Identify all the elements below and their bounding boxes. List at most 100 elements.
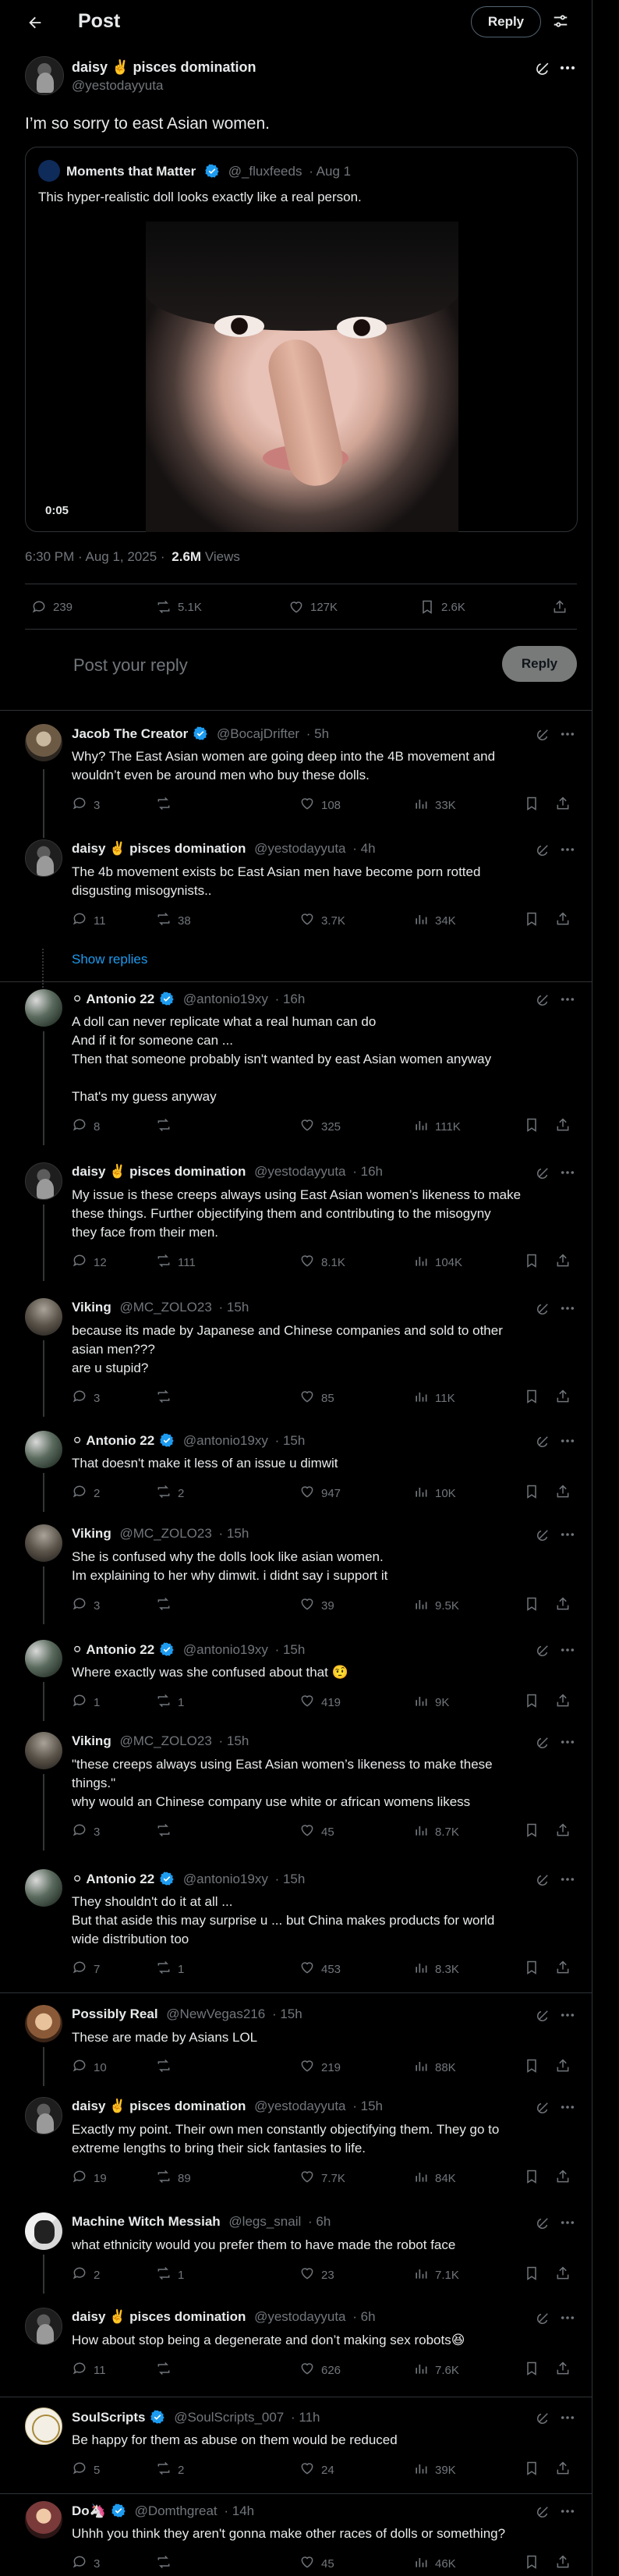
author-handle[interactable]: @SoulScripts_007 — [174, 2410, 284, 2425]
grok-icon[interactable] — [535, 2309, 552, 2326]
grok-icon[interactable] — [535, 1432, 552, 1449]
views-action[interactable]: 9K — [413, 1693, 449, 1712]
like-action[interactable]: 23 — [299, 2266, 334, 2284]
author-name[interactable]: Do🦄 — [72, 2503, 106, 2518]
more-options-icon[interactable] — [557, 1300, 578, 1317]
like-action[interactable]: 419 — [299, 1693, 341, 1712]
bookmark-action[interactable] — [524, 2361, 539, 2379]
reply-action[interactable]: 3 — [72, 1389, 100, 1407]
bookmark-action[interactable]: 2.6K — [419, 599, 465, 615]
repost-action[interactable] — [156, 796, 178, 814]
author-name[interactable]: Machine Witch Messiah — [72, 2214, 221, 2229]
avatar[interactable] — [25, 56, 64, 95]
reply-top-button[interactable]: Reply — [471, 6, 541, 37]
views-action[interactable]: 104K — [413, 1253, 462, 1272]
like-action[interactable]: 453 — [299, 1960, 341, 1978]
views-action[interactable]: 7.6K — [413, 2361, 459, 2379]
share-action[interactable] — [555, 796, 571, 814]
share-action[interactable] — [555, 2169, 571, 2187]
author-name[interactable]: Viking — [72, 1733, 111, 1748]
more-options-icon[interactable] — [557, 841, 578, 858]
author-handle[interactable]: @NewVegas216 — [166, 2007, 265, 2021]
author-handle[interactable]: @MC_ZOLO23 — [119, 1300, 211, 1315]
reply-action[interactable]: 2 — [72, 2266, 100, 2284]
reply-action[interactable]: 3 — [72, 1822, 100, 1841]
views-action[interactable]: 84K — [413, 2169, 456, 2187]
grok-icon[interactable] — [535, 1871, 552, 1888]
reply-action[interactable]: 11 — [72, 911, 106, 930]
bookmark-action[interactable] — [524, 2058, 539, 2077]
author-name[interactable]: daisy ✌️ pisces domination — [72, 841, 246, 856]
author-name[interactable]: Jacob The Creator — [72, 726, 188, 741]
bookmark-action[interactable] — [524, 1960, 539, 1978]
views-action[interactable]: 111K — [413, 1117, 461, 1136]
repost-action[interactable] — [156, 1117, 178, 1136]
more-options-icon[interactable] — [557, 2309, 578, 2326]
views-action[interactable]: 7.1K — [413, 2266, 459, 2284]
reply-action[interactable]: 7 — [72, 1960, 100, 1978]
author-name[interactable]: ⚪ Antonio 22 — [72, 1872, 154, 1886]
reply-action[interactable]: 12 — [72, 1253, 107, 1272]
bookmark-action[interactable] — [524, 1253, 539, 1272]
repost-action[interactable] — [156, 1389, 178, 1407]
like-action[interactable]: 39 — [299, 1596, 334, 1615]
grok-icon[interactable] — [535, 2503, 552, 2520]
repost-action[interactable]: 2 — [156, 1484, 184, 1503]
avatar[interactable] — [25, 1869, 62, 1907]
repost-action[interactable] — [156, 2554, 178, 2573]
reply-action[interactable]: 19 — [72, 2169, 107, 2187]
like-action[interactable]: 45 — [299, 1822, 334, 1841]
author-handle[interactable]: @yestodayyuta — [254, 2309, 345, 2324]
avatar[interactable] — [25, 1640, 62, 1677]
author-name[interactable]: Viking — [72, 1526, 111, 1541]
views-action[interactable]: 34K — [413, 911, 456, 930]
author-handle[interactable]: @antonio19xy — [183, 992, 268, 1006]
author-handle[interactable]: @BocajDrifter — [217, 726, 299, 741]
share-action[interactable] — [555, 1484, 571, 1503]
reply-action[interactable]: 239 — [31, 599, 73, 615]
reply-action[interactable]: 3 — [72, 2554, 100, 2573]
bookmark-action[interactable] — [524, 796, 539, 814]
repost-action[interactable]: 2 — [156, 2461, 184, 2479]
grok-icon[interactable] — [535, 991, 552, 1008]
author-name[interactable]: ⚪ Antonio 22 — [72, 1642, 154, 1657]
repost-action[interactable]: 1 — [156, 2266, 184, 2284]
bookmark-action[interactable] — [524, 2554, 539, 2573]
author-handle[interactable]: @yestodayyuta — [72, 78, 163, 94]
share-action[interactable] — [555, 2058, 571, 2077]
bookmark-action[interactable] — [524, 1693, 539, 1712]
author-handle[interactable]: @antonio19xy — [183, 1433, 268, 1448]
more-options-icon[interactable] — [557, 1733, 578, 1751]
avatar[interactable] — [25, 2407, 62, 2445]
avatar[interactable] — [25, 1524, 62, 1562]
share-action[interactable] — [555, 1389, 571, 1407]
reply-action[interactable]: 5 — [72, 2461, 100, 2479]
avatar[interactable] — [25, 2097, 62, 2134]
repost-action[interactable]: 5.1K — [156, 599, 202, 615]
views-action[interactable]: 33K — [413, 796, 456, 814]
grok-icon[interactable] — [535, 1164, 552, 1181]
grok-icon[interactable] — [535, 2007, 552, 2024]
reply-action[interactable]: 8 — [72, 1117, 100, 1136]
views-action[interactable]: 8.7K — [413, 1822, 459, 1841]
author-name[interactable]: SoulScripts — [72, 2410, 145, 2425]
views-action[interactable]: 46K — [413, 2554, 456, 2573]
author-handle[interactable]: @antonio19xy — [183, 1642, 268, 1657]
like-action[interactable]: 85 — [299, 1389, 334, 1407]
more-options-icon[interactable] — [557, 2099, 578, 2116]
views-action[interactable]: 9.5K — [413, 1596, 459, 1615]
like-action[interactable]: 626 — [299, 2361, 341, 2379]
more-options-icon[interactable] — [557, 1641, 578, 1659]
share-action[interactable] — [555, 1822, 571, 1841]
bookmark-action[interactable] — [524, 1596, 539, 1615]
more-options-icon[interactable] — [557, 726, 578, 743]
share-action[interactable] — [555, 1253, 571, 1272]
share-action[interactable] — [555, 2461, 571, 2479]
like-action[interactable]: 947 — [299, 1484, 341, 1503]
avatar[interactable] — [25, 2005, 62, 2042]
more-options-icon[interactable] — [557, 1871, 578, 1888]
repost-action[interactable] — [156, 1822, 178, 1841]
author-name[interactable]: daisy ✌️ pisces domination — [72, 59, 256, 76]
grok-icon[interactable] — [535, 1526, 552, 1543]
like-action[interactable]: 108 — [299, 796, 341, 814]
